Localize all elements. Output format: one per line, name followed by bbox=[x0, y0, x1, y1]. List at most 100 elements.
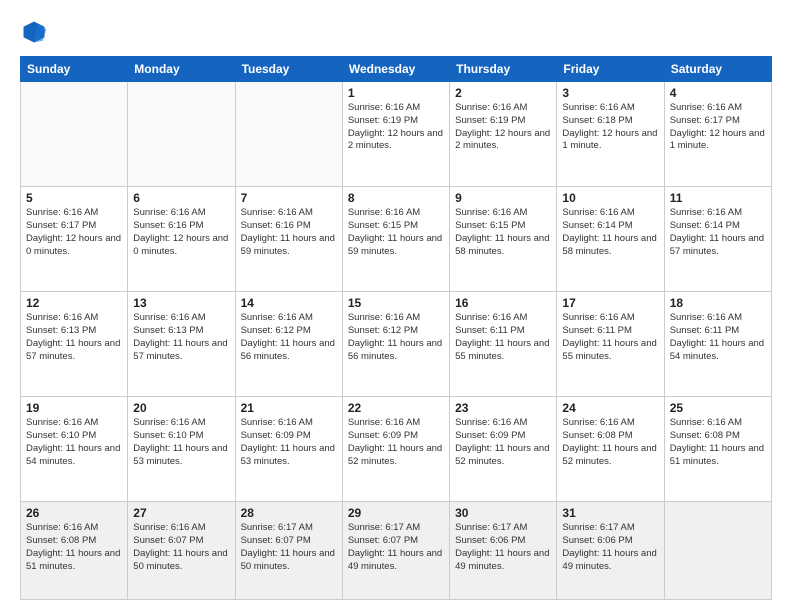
calendar-cell: 7 Sunrise: 6:16 AM Sunset: 6:16 PM Daylig… bbox=[235, 187, 342, 292]
day-info: Sunrise: 6:16 AM Sunset: 6:09 PM Dayligh… bbox=[455, 417, 551, 468]
logo bbox=[20, 18, 52, 46]
day-info: Sunrise: 6:16 AM Sunset: 6:13 PM Dayligh… bbox=[26, 312, 122, 363]
week-row-2: 5Sunrise: 6:16 AM Sunset: 6:17 PM Daylig… bbox=[21, 187, 772, 292]
day-number: 18 bbox=[670, 296, 766, 310]
calendar-cell: 14 Sunrise: 6:16 AM Sunset: 6:12 PM Dayli… bbox=[235, 292, 342, 397]
calendar-cell: 20 Sunrise: 6:16 AM Sunset: 6:10 PM Dayli… bbox=[128, 397, 235, 502]
calendar-cell: 11 Sunrise: 6:16 AM Sunset: 6:14 PM Dayli… bbox=[664, 187, 771, 292]
day-info: Sunrise: 6:16 AM Sunset: 6:10 PM Dayligh… bbox=[133, 417, 229, 468]
day-number: 9 bbox=[455, 191, 551, 205]
day-number: 31 bbox=[562, 506, 658, 520]
calendar-cell: 8 Sunrise: 6:16 AM Sunset: 6:15 PM Daylig… bbox=[342, 187, 449, 292]
calendar-cell: 15 Sunrise: 6:16 AM Sunset: 6:12 PM Dayli… bbox=[342, 292, 449, 397]
day-number: 21 bbox=[241, 401, 337, 415]
day-number: 11 bbox=[670, 191, 766, 205]
day-info: Sunrise: 6:16 AM Sunset: 6:16 PM Dayligh… bbox=[241, 207, 337, 258]
calendar-cell: 30 Sunrise: 6:17 AM Sunset: 6:06 PM Dayli… bbox=[450, 502, 557, 600]
day-number: 26 bbox=[26, 506, 122, 520]
week-row-3: 12 Sunrise: 6:16 AM Sunset: 6:13 PM Dayli… bbox=[21, 292, 772, 397]
day-number: 23 bbox=[455, 401, 551, 415]
day-number: 15 bbox=[348, 296, 444, 310]
day-info: Sunrise: 6:16 AM Sunset: 6:15 PM Dayligh… bbox=[455, 207, 551, 258]
day-info: Sunrise: 6:16 AM Sunset: 6:19 PM Dayligh… bbox=[348, 102, 444, 153]
calendar-cell: 24Sunrise: 6:16 AM Sunset: 6:08 PM Dayli… bbox=[557, 397, 664, 502]
logo-icon bbox=[20, 18, 48, 46]
day-info: Sunrise: 6:16 AM Sunset: 6:08 PM Dayligh… bbox=[26, 522, 122, 573]
day-number: 13 bbox=[133, 296, 229, 310]
day-number: 25 bbox=[670, 401, 766, 415]
day-number: 14 bbox=[241, 296, 337, 310]
day-number: 27 bbox=[133, 506, 229, 520]
week-row-4: 19 Sunrise: 6:16 AM Sunset: 6:10 PM Dayli… bbox=[21, 397, 772, 502]
day-info: Sunrise: 6:16 AM Sunset: 6:08 PM Dayligh… bbox=[562, 417, 658, 468]
day-number: 8 bbox=[348, 191, 444, 205]
day-number: 7 bbox=[241, 191, 337, 205]
day-info: Sunrise: 6:16 AM Sunset: 6:12 PM Dayligh… bbox=[348, 312, 444, 363]
day-info: Sunrise: 6:16 AM Sunset: 6:08 PM Dayligh… bbox=[670, 417, 766, 468]
calendar-cell: 26 Sunrise: 6:16 AM Sunset: 6:08 PM Dayli… bbox=[21, 502, 128, 600]
week-row-5: 26 Sunrise: 6:16 AM Sunset: 6:08 PM Dayli… bbox=[21, 502, 772, 600]
day-info: Sunrise: 6:17 AM Sunset: 6:07 PM Dayligh… bbox=[348, 522, 444, 573]
calendar-cell: 3 Sunrise: 6:16 AM Sunset: 6:18 PM Daylig… bbox=[557, 82, 664, 187]
calendar-cell: 12 Sunrise: 6:16 AM Sunset: 6:13 PM Dayli… bbox=[21, 292, 128, 397]
day-info: Sunrise: 6:16 AM Sunset: 6:11 PM Dayligh… bbox=[670, 312, 766, 363]
calendar-cell bbox=[21, 82, 128, 187]
day-info: Sunrise: 6:16 AM Sunset: 6:09 PM Dayligh… bbox=[348, 417, 444, 468]
day-number: 6 bbox=[133, 191, 229, 205]
day-info: Sunrise: 6:16 AM Sunset: 6:12 PM Dayligh… bbox=[241, 312, 337, 363]
day-info: Sunrise: 6:16 AM Sunset: 6:16 PM Dayligh… bbox=[133, 207, 229, 258]
calendar-cell: 10 Sunrise: 6:16 AM Sunset: 6:14 PM Dayli… bbox=[557, 187, 664, 292]
day-number: 2 bbox=[455, 86, 551, 100]
day-number: 16 bbox=[455, 296, 551, 310]
day-info: Sunrise: 6:16 AM Sunset: 6:10 PM Dayligh… bbox=[26, 417, 122, 468]
day-number: 1 bbox=[348, 86, 444, 100]
page: SundayMondayTuesdayWednesdayThursdayFrid… bbox=[0, 0, 792, 612]
day-number: 30 bbox=[455, 506, 551, 520]
col-header-tuesday: Tuesday bbox=[235, 57, 342, 82]
day-number: 22 bbox=[348, 401, 444, 415]
day-info: Sunrise: 6:16 AM Sunset: 6:09 PM Dayligh… bbox=[241, 417, 337, 468]
calendar-cell: 16Sunrise: 6:16 AM Sunset: 6:11 PM Dayli… bbox=[450, 292, 557, 397]
calendar-cell: 5Sunrise: 6:16 AM Sunset: 6:17 PM Daylig… bbox=[21, 187, 128, 292]
calendar-cell bbox=[235, 82, 342, 187]
day-number: 19 bbox=[26, 401, 122, 415]
day-info: Sunrise: 6:16 AM Sunset: 6:15 PM Dayligh… bbox=[348, 207, 444, 258]
calendar-cell: 28Sunrise: 6:17 AM Sunset: 6:07 PM Dayli… bbox=[235, 502, 342, 600]
calendar-cell: 13 Sunrise: 6:16 AM Sunset: 6:13 PM Dayli… bbox=[128, 292, 235, 397]
day-info: Sunrise: 6:16 AM Sunset: 6:07 PM Dayligh… bbox=[133, 522, 229, 573]
col-header-friday: Friday bbox=[557, 57, 664, 82]
calendar-cell: 4 Sunrise: 6:16 AM Sunset: 6:17 PM Daylig… bbox=[664, 82, 771, 187]
col-header-wednesday: Wednesday bbox=[342, 57, 449, 82]
day-info: Sunrise: 6:16 AM Sunset: 6:13 PM Dayligh… bbox=[133, 312, 229, 363]
day-info: Sunrise: 6:16 AM Sunset: 6:17 PM Dayligh… bbox=[670, 102, 766, 153]
calendar-cell: 2 Sunrise: 6:16 AM Sunset: 6:19 PM Daylig… bbox=[450, 82, 557, 187]
day-info: Sunrise: 6:17 AM Sunset: 6:06 PM Dayligh… bbox=[562, 522, 658, 573]
day-info: Sunrise: 6:16 AM Sunset: 6:18 PM Dayligh… bbox=[562, 102, 658, 153]
week-row-1: 1 Sunrise: 6:16 AM Sunset: 6:19 PM Daylig… bbox=[21, 82, 772, 187]
col-header-saturday: Saturday bbox=[664, 57, 771, 82]
calendar-cell: 27 Sunrise: 6:16 AM Sunset: 6:07 PM Dayli… bbox=[128, 502, 235, 600]
header bbox=[20, 18, 772, 46]
day-number: 4 bbox=[670, 86, 766, 100]
col-header-thursday: Thursday bbox=[450, 57, 557, 82]
day-number: 20 bbox=[133, 401, 229, 415]
day-number: 3 bbox=[562, 86, 658, 100]
col-header-monday: Monday bbox=[128, 57, 235, 82]
calendar-cell: 17Sunrise: 6:16 AM Sunset: 6:11 PM Dayli… bbox=[557, 292, 664, 397]
calendar-cell: 25 Sunrise: 6:16 AM Sunset: 6:08 PM Dayli… bbox=[664, 397, 771, 502]
calendar-cell bbox=[664, 502, 771, 600]
day-info: Sunrise: 6:17 AM Sunset: 6:06 PM Dayligh… bbox=[455, 522, 551, 573]
day-info: Sunrise: 6:16 AM Sunset: 6:11 PM Dayligh… bbox=[562, 312, 658, 363]
day-info: Sunrise: 6:16 AM Sunset: 6:14 PM Dayligh… bbox=[670, 207, 766, 258]
day-number: 12 bbox=[26, 296, 122, 310]
calendar-cell: 19 Sunrise: 6:16 AM Sunset: 6:10 PM Dayli… bbox=[21, 397, 128, 502]
day-number: 10 bbox=[562, 191, 658, 205]
col-header-sunday: Sunday bbox=[21, 57, 128, 82]
calendar-cell: 31 Sunrise: 6:17 AM Sunset: 6:06 PM Dayli… bbox=[557, 502, 664, 600]
calendar-cell: 18 Sunrise: 6:16 AM Sunset: 6:11 PM Dayli… bbox=[664, 292, 771, 397]
day-info: Sunrise: 6:16 AM Sunset: 6:19 PM Dayligh… bbox=[455, 102, 551, 153]
day-info: Sunrise: 6:16 AM Sunset: 6:14 PM Dayligh… bbox=[562, 207, 658, 258]
calendar-cell: 23 Sunrise: 6:16 AM Sunset: 6:09 PM Dayli… bbox=[450, 397, 557, 502]
calendar-cell: 21 Sunrise: 6:16 AM Sunset: 6:09 PM Dayli… bbox=[235, 397, 342, 502]
calendar-table: SundayMondayTuesdayWednesdayThursdayFrid… bbox=[20, 56, 772, 600]
